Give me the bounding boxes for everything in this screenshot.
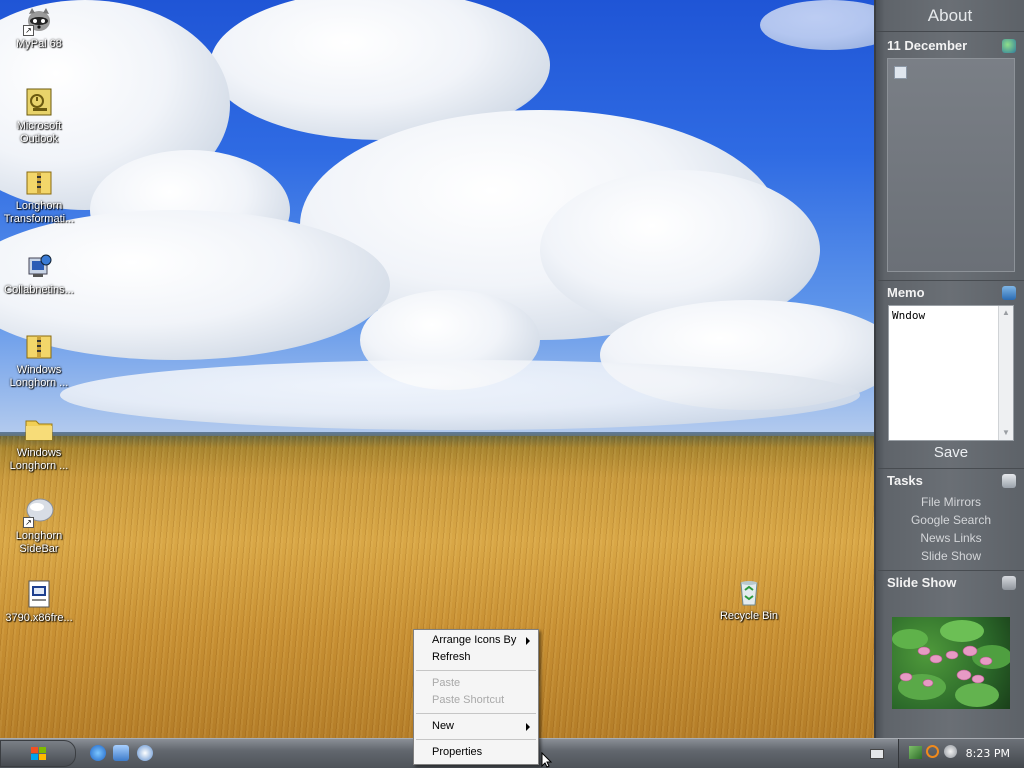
tasks-tile: Tasks File Mirrors Google Search News Li… <box>878 468 1024 568</box>
folder-icon <box>23 413 55 445</box>
network-icon[interactable] <box>909 746 922 759</box>
menu-item-paste[interactable]: Paste <box>415 675 537 692</box>
trash-icon[interactable] <box>1002 576 1016 590</box>
system-tray: 8:23 PM <box>898 739 1024 768</box>
desktop-icon-windows-longhorn-folder[interactable]: Windows Longhorn ... <box>0 413 78 473</box>
menu-item-label: Paste <box>432 677 461 689</box>
menu-item-label: Refresh <box>432 651 471 663</box>
clock[interactable]: 8:23 PM <box>966 747 1010 760</box>
memo-text: Wndow <box>892 309 926 322</box>
icon-label: Microsoft Outlook <box>16 120 62 145</box>
menu-item-new[interactable]: New <box>415 718 537 735</box>
notepad-icon[interactable] <box>1002 286 1016 300</box>
slideshow-image[interactable] <box>892 617 1010 709</box>
menu-item-label: Properties <box>432 746 483 758</box>
desktop-icon-longhorn-sidebar[interactable]: ↗ Longhorn SideBar <box>0 496 78 556</box>
memo-scrollbar[interactable]: ▲ ▼ <box>998 306 1013 440</box>
keyboard-icon[interactable] <box>870 749 884 759</box>
desktop-icon-windows-longhorn-zip[interactable]: Windows Longhorn ... <box>0 330 78 390</box>
task-news-links[interactable]: News Links <box>878 529 1024 547</box>
memo-tile: Memo Wndow ▲ ▼ Save <box>878 280 1024 464</box>
task-slide-show[interactable]: Slide Show <box>878 547 1024 565</box>
image-placeholder-icon <box>894 66 907 79</box>
cloud <box>60 360 860 430</box>
icon-label: MyPal 68 <box>16 38 62 50</box>
menu-separator <box>416 739 536 740</box>
date-tile: 11 December <box>878 34 1024 276</box>
icon-label: Windows Longhorn ... <box>9 447 69 472</box>
setup-file-icon <box>23 578 55 610</box>
icon-label: Windows Longhorn ... <box>9 364 69 389</box>
globe-icon[interactable] <box>1002 39 1016 53</box>
save-button[interactable]: Save <box>878 441 1024 465</box>
installer-icon <box>23 250 55 282</box>
menu-item-label: New <box>432 720 455 732</box>
menu-item-label: Arrange Icons By <box>432 634 517 646</box>
scroll-up-arrow-icon[interactable]: ▲ <box>999 306 1013 320</box>
desktop-icon-outlook[interactable]: Microsoft Outlook <box>0 86 78 146</box>
memo-label: Memo <box>887 285 925 300</box>
volume-icon[interactable] <box>944 745 957 758</box>
sidebar-title[interactable]: About <box>876 0 1024 32</box>
internet-explorer-icon[interactable] <box>90 745 106 761</box>
tasks-label: Tasks <box>887 473 923 488</box>
submenu-arrow-icon <box>526 637 530 645</box>
menu-item-arrange-icons-by[interactable]: Arrange Icons By <box>415 632 537 649</box>
tasks-icon[interactable] <box>1002 474 1016 488</box>
calendar-panel[interactable] <box>887 58 1015 272</box>
date-header: 11 December <box>878 34 1024 58</box>
sidebar-icon: ↗ <box>23 496 55 528</box>
menu-item-refresh[interactable]: Refresh <box>415 649 537 666</box>
task-google-search[interactable]: Google Search <box>878 511 1024 529</box>
mouse-cursor-icon <box>541 752 553 768</box>
desktop-context-menu: Arrange Icons By Refresh Paste Paste Sho… <box>413 629 539 765</box>
desktop-icon-3790-x86fre[interactable]: 3790.x86fre... <box>0 578 78 625</box>
zip-folder-icon <box>23 166 55 198</box>
slideshow-tile: Slide Show <box>878 570 1024 736</box>
search-icon[interactable] <box>926 745 939 758</box>
shortcut-arrow-icon: ↗ <box>23 25 34 36</box>
desktop-icon-longhorn-transformation[interactable]: Longhorn Transformati... <box>0 166 78 226</box>
slideshow-header: Slide Show <box>878 571 1024 595</box>
icon-label: Longhorn Transformati... <box>3 200 75 225</box>
menu-item-properties[interactable]: Properties <box>415 744 537 761</box>
desktop-icon[interactable] <box>113 745 129 761</box>
desktop-icon-mypal[interactable]: ↗ MyPal 68 <box>0 4 78 51</box>
date-label: 11 December <box>887 38 968 53</box>
icon-label: Collabnetins... <box>4 284 74 296</box>
icon-label: Longhorn SideBar <box>15 530 63 555</box>
scroll-down-arrow-icon[interactable]: ▼ <box>999 426 1013 440</box>
recycle-bin-icon <box>733 576 765 608</box>
water-lily-photo <box>892 620 1010 707</box>
menu-item-label: Paste Shortcut <box>432 694 505 706</box>
menu-separator <box>416 670 536 671</box>
desktop-icon-recycle-bin[interactable]: Recycle Bin <box>710 576 788 623</box>
slideshow-label: Slide Show <box>887 575 957 590</box>
outlook-icon <box>23 86 55 118</box>
submenu-arrow-icon <box>526 723 530 731</box>
icon-label: 3790.x86fre... <box>5 612 73 624</box>
longhorn-sidebar: About 11 December Memo Wndow ▲ ▼ Save Ta… <box>874 0 1024 738</box>
memo-textarea[interactable]: Wndow ▲ ▼ <box>888 305 1014 441</box>
raccoon-icon: ↗ <box>23 4 55 36</box>
menu-item-paste-shortcut[interactable]: Paste Shortcut <box>415 692 537 709</box>
desktop-icon-collabnet[interactable]: Collabnetins... <box>0 250 78 297</box>
menu-separator <box>416 713 536 714</box>
memo-header: Memo <box>878 281 1024 305</box>
windows-flag-icon <box>31 747 47 761</box>
desktop-wallpaper[interactable]: ↗ MyPal 68 Microsoft Outlook Longhorn Tr… <box>0 0 874 738</box>
task-file-mirrors[interactable]: File Mirrors <box>878 493 1024 511</box>
media-player-icon[interactable] <box>137 745 153 761</box>
tasks-header: Tasks <box>878 469 1024 493</box>
start-button[interactable] <box>0 740 76 767</box>
zip-folder-icon <box>23 330 55 362</box>
icon-label: Recycle Bin <box>719 610 779 622</box>
shortcut-arrow-icon: ↗ <box>23 517 34 528</box>
